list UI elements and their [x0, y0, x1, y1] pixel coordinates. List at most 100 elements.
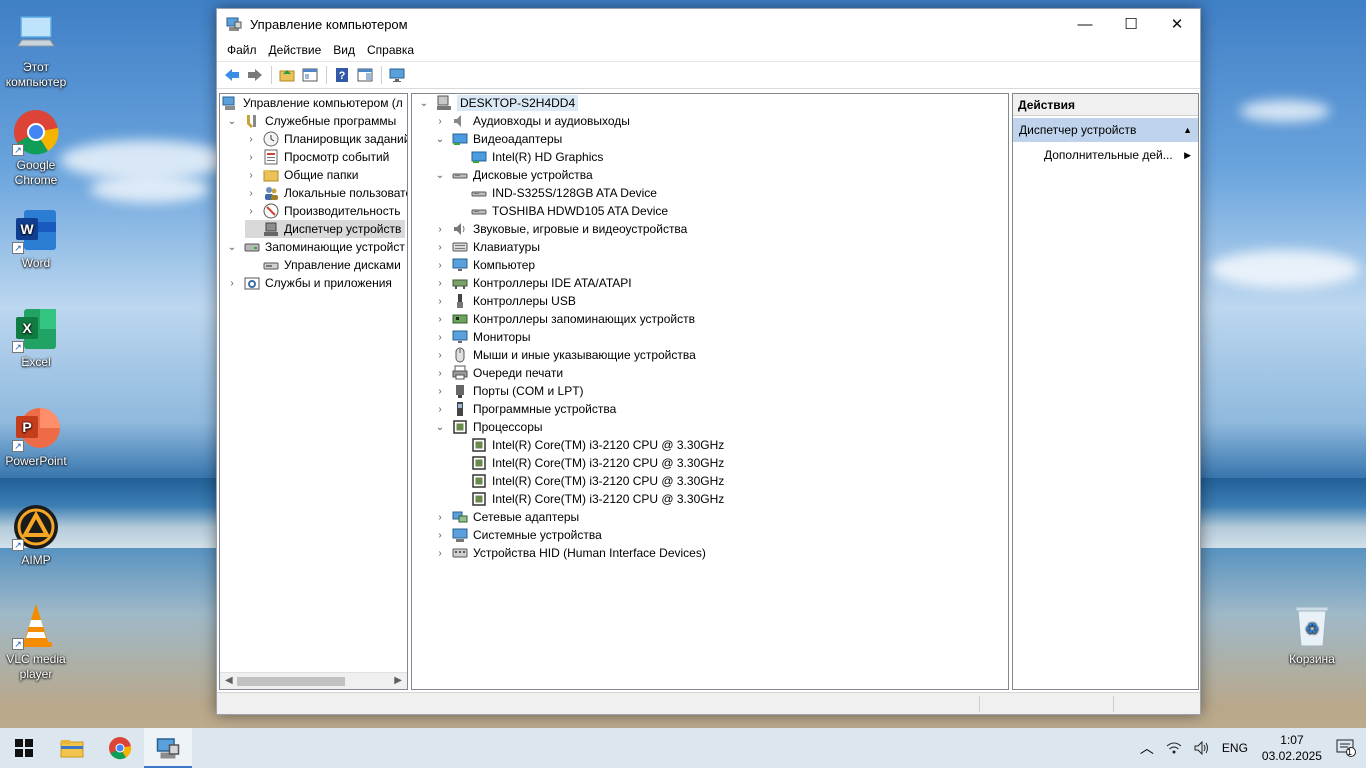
collapse-arrow-icon[interactable]: ▲	[1183, 125, 1192, 135]
volume-button[interactable]	[1188, 741, 1216, 755]
device-tree-item[interactable]: › Устройства HID (Human Interface Devices…	[434, 544, 706, 562]
menu-help[interactable]: Справка	[361, 43, 420, 57]
device-tree-item[interactable]: › Мониторы	[434, 328, 530, 346]
chevron-right-icon[interactable]: ›	[434, 331, 446, 343]
taskbar-file-explorer[interactable]	[48, 728, 96, 768]
device-tree-item[interactable]: ⌄ Дисковые устройства	[434, 166, 593, 184]
tree-item-performance[interactable]: › Производительность	[245, 202, 400, 220]
tree-item-shared-folders[interactable]: › Общие папки	[245, 166, 358, 184]
menu-view[interactable]: Вид	[327, 43, 361, 57]
tree-item-device-manager[interactable]: Диспетчер устройств	[245, 220, 405, 238]
desktop-icon-recycle-bin[interactable]: ♻ Корзина	[1274, 602, 1350, 667]
chevron-down-icon[interactable]: ⌄	[434, 169, 446, 181]
device-tree-item[interactable]: › Очереди печати	[434, 364, 563, 382]
chevron-right-icon[interactable]: ›	[245, 133, 257, 145]
chevron-right-icon[interactable]: ›	[434, 259, 446, 271]
tree-item-task-scheduler[interactable]: › Планировщик заданий	[245, 130, 407, 148]
start-button[interactable]	[0, 728, 48, 768]
device-tree-item[interactable]: ⌄ Процессоры	[434, 418, 543, 436]
device-tree-item[interactable]: › Мыши и иные указывающие устройства	[434, 346, 696, 364]
desktop-icon-aimp[interactable]: ↗ AIMP	[0, 503, 74, 568]
chevron-right-icon[interactable]: ›	[226, 277, 238, 289]
scan-hardware-button[interactable]	[386, 64, 408, 86]
desktop-icon-vlc[interactable]: ↗ VLC media player	[0, 602, 74, 682]
notifications-button[interactable]: 1	[1330, 739, 1366, 757]
tree-item-disk-management[interactable]: Управление дисками	[245, 256, 401, 274]
chevron-right-icon[interactable]: ›	[245, 151, 257, 163]
device-tree-item[interactable]: › Контроллеры запоминающих устройств	[434, 310, 695, 328]
up-folder-button[interactable]	[276, 64, 298, 86]
tree-item-system-tools[interactable]: ⌄ Служебные программы	[226, 112, 396, 130]
chevron-right-icon[interactable]: ›	[434, 295, 446, 307]
taskbar-computer-management[interactable]	[144, 728, 192, 768]
tree-item-computer-management[interactable]: Управление компьютером (л	[222, 94, 403, 112]
chevron-right-icon[interactable]: ›	[434, 313, 446, 325]
scroll-left-arrow-icon[interactable]: ◀	[225, 675, 233, 686]
actions-group-device-manager[interactable]: Диспетчер устройств ▲	[1013, 118, 1198, 142]
tree-item-event-viewer[interactable]: › Просмотр событий	[245, 148, 389, 166]
scrollbar-thumb[interactable]	[237, 677, 345, 686]
show-hide-console-tree-button[interactable]	[299, 64, 321, 86]
chevron-down-icon[interactable]: ⌄	[434, 421, 446, 433]
chevron-down-icon[interactable]: ⌄	[418, 97, 430, 109]
desktop-icon-excel[interactable]: X ↗ Excel	[0, 305, 74, 370]
tree-item-storage[interactable]: ⌄ Запоминающие устройст	[226, 238, 405, 256]
device-tree-item[interactable]: ⌄ Видеоадаптеры	[434, 130, 562, 148]
device-tree-item[interactable]: ⌄ DESKTOP-S2H4DD4	[418, 94, 579, 112]
device-tree-item[interactable]: Intel(R) Core(TM) i3-2120 CPU @ 3.30GHz	[453, 436, 724, 454]
close-button[interactable]: ✕	[1154, 9, 1200, 39]
chevron-right-icon[interactable]: ›	[245, 169, 257, 181]
tree-item-local-users[interactable]: › Локальные пользовате	[245, 184, 407, 202]
device-tree-item[interactable]: › Системные устройства	[434, 526, 602, 544]
device-tree-item[interactable]: › Контроллеры USB	[434, 292, 576, 310]
chevron-right-icon[interactable]: ›	[434, 529, 446, 541]
chevron-right-icon[interactable]: ›	[434, 277, 446, 289]
device-tree-item[interactable]: › Контроллеры IDE ATA/ATAPI	[434, 274, 631, 292]
scroll-right-arrow-icon[interactable]: ▶	[394, 675, 402, 686]
maximize-button[interactable]: ☐	[1108, 9, 1154, 39]
chevron-right-icon[interactable]: ›	[245, 205, 257, 217]
minimize-button[interactable]: —	[1062, 9, 1108, 39]
desktop-icon-powerpoint[interactable]: P ↗ PowerPoint	[0, 404, 74, 469]
device-tree-item[interactable]: Intel(R) HD Graphics	[453, 148, 603, 166]
chevron-right-icon[interactable]: ›	[434, 115, 446, 127]
device-tree-item[interactable]: › Программные устройства	[434, 400, 616, 418]
network-button[interactable]	[1160, 741, 1188, 755]
device-tree-item[interactable]: › Звуковые, игровые и видеоустройства	[434, 220, 687, 238]
taskbar-chrome[interactable]	[96, 728, 144, 768]
device-tree-item[interactable]: › Порты (COM и LPT)	[434, 382, 584, 400]
device-tree-item[interactable]: › Компьютер	[434, 256, 535, 274]
device-tree-item[interactable]: › Аудиовходы и аудиовыходы	[434, 112, 630, 130]
chevron-right-icon[interactable]: ›	[434, 241, 446, 253]
tree-item-services-apps[interactable]: › Службы и приложения	[226, 274, 392, 292]
chevron-right-icon[interactable]: ›	[245, 187, 257, 199]
chevron-down-icon[interactable]: ⌄	[226, 241, 238, 253]
device-tree-item[interactable]: › Сетевые адаптеры	[434, 508, 579, 526]
clock[interactable]: 1:07 03.02.2025	[1254, 732, 1330, 764]
device-tree-item[interactable]: › Клавиатуры	[434, 238, 540, 256]
desktop-icon-word[interactable]: W ↗ Word	[0, 206, 74, 271]
chevron-right-icon[interactable]: ›	[434, 403, 446, 415]
language-indicator[interactable]: ENG	[1216, 741, 1254, 755]
desktop-icon-this-pc[interactable]: Этот компьютер	[0, 10, 74, 90]
chevron-right-icon[interactable]: ›	[434, 367, 446, 379]
device-tree-item[interactable]: Intel(R) Core(TM) i3-2120 CPU @ 3.30GHz	[453, 490, 724, 508]
chevron-right-icon[interactable]: ›	[434, 223, 446, 235]
device-tree-item[interactable]: TOSHIBA HDWD105 ATA Device	[453, 202, 668, 220]
more-actions-item[interactable]: Дополнительные дей... ▶	[1013, 144, 1198, 166]
device-tree-item[interactable]: Intel(R) Core(TM) i3-2120 CPU @ 3.30GHz	[453, 472, 724, 490]
device-tree-item[interactable]: IND-S325S/128GB ATA Device	[453, 184, 657, 202]
chevron-down-icon[interactable]: ⌄	[434, 133, 446, 145]
device-tree-item[interactable]: Intel(R) Core(TM) i3-2120 CPU @ 3.30GHz	[453, 454, 724, 472]
menu-file[interactable]: Файл	[221, 43, 263, 57]
show-hide-action-pane-button[interactable]	[354, 64, 376, 86]
chevron-right-icon[interactable]: ›	[434, 385, 446, 397]
forward-button[interactable]	[244, 64, 266, 86]
chevron-down-icon[interactable]: ⌄	[226, 115, 238, 127]
horizontal-scrollbar[interactable]: ◀ ▶	[220, 672, 407, 689]
title-bar[interactable]: Управление компьютером — ☐ ✕	[217, 9, 1200, 39]
chevron-right-icon[interactable]: ›	[434, 349, 446, 361]
chevron-right-icon[interactable]: ›	[434, 511, 446, 523]
help-button[interactable]: ?	[331, 64, 353, 86]
back-button[interactable]	[221, 64, 243, 86]
